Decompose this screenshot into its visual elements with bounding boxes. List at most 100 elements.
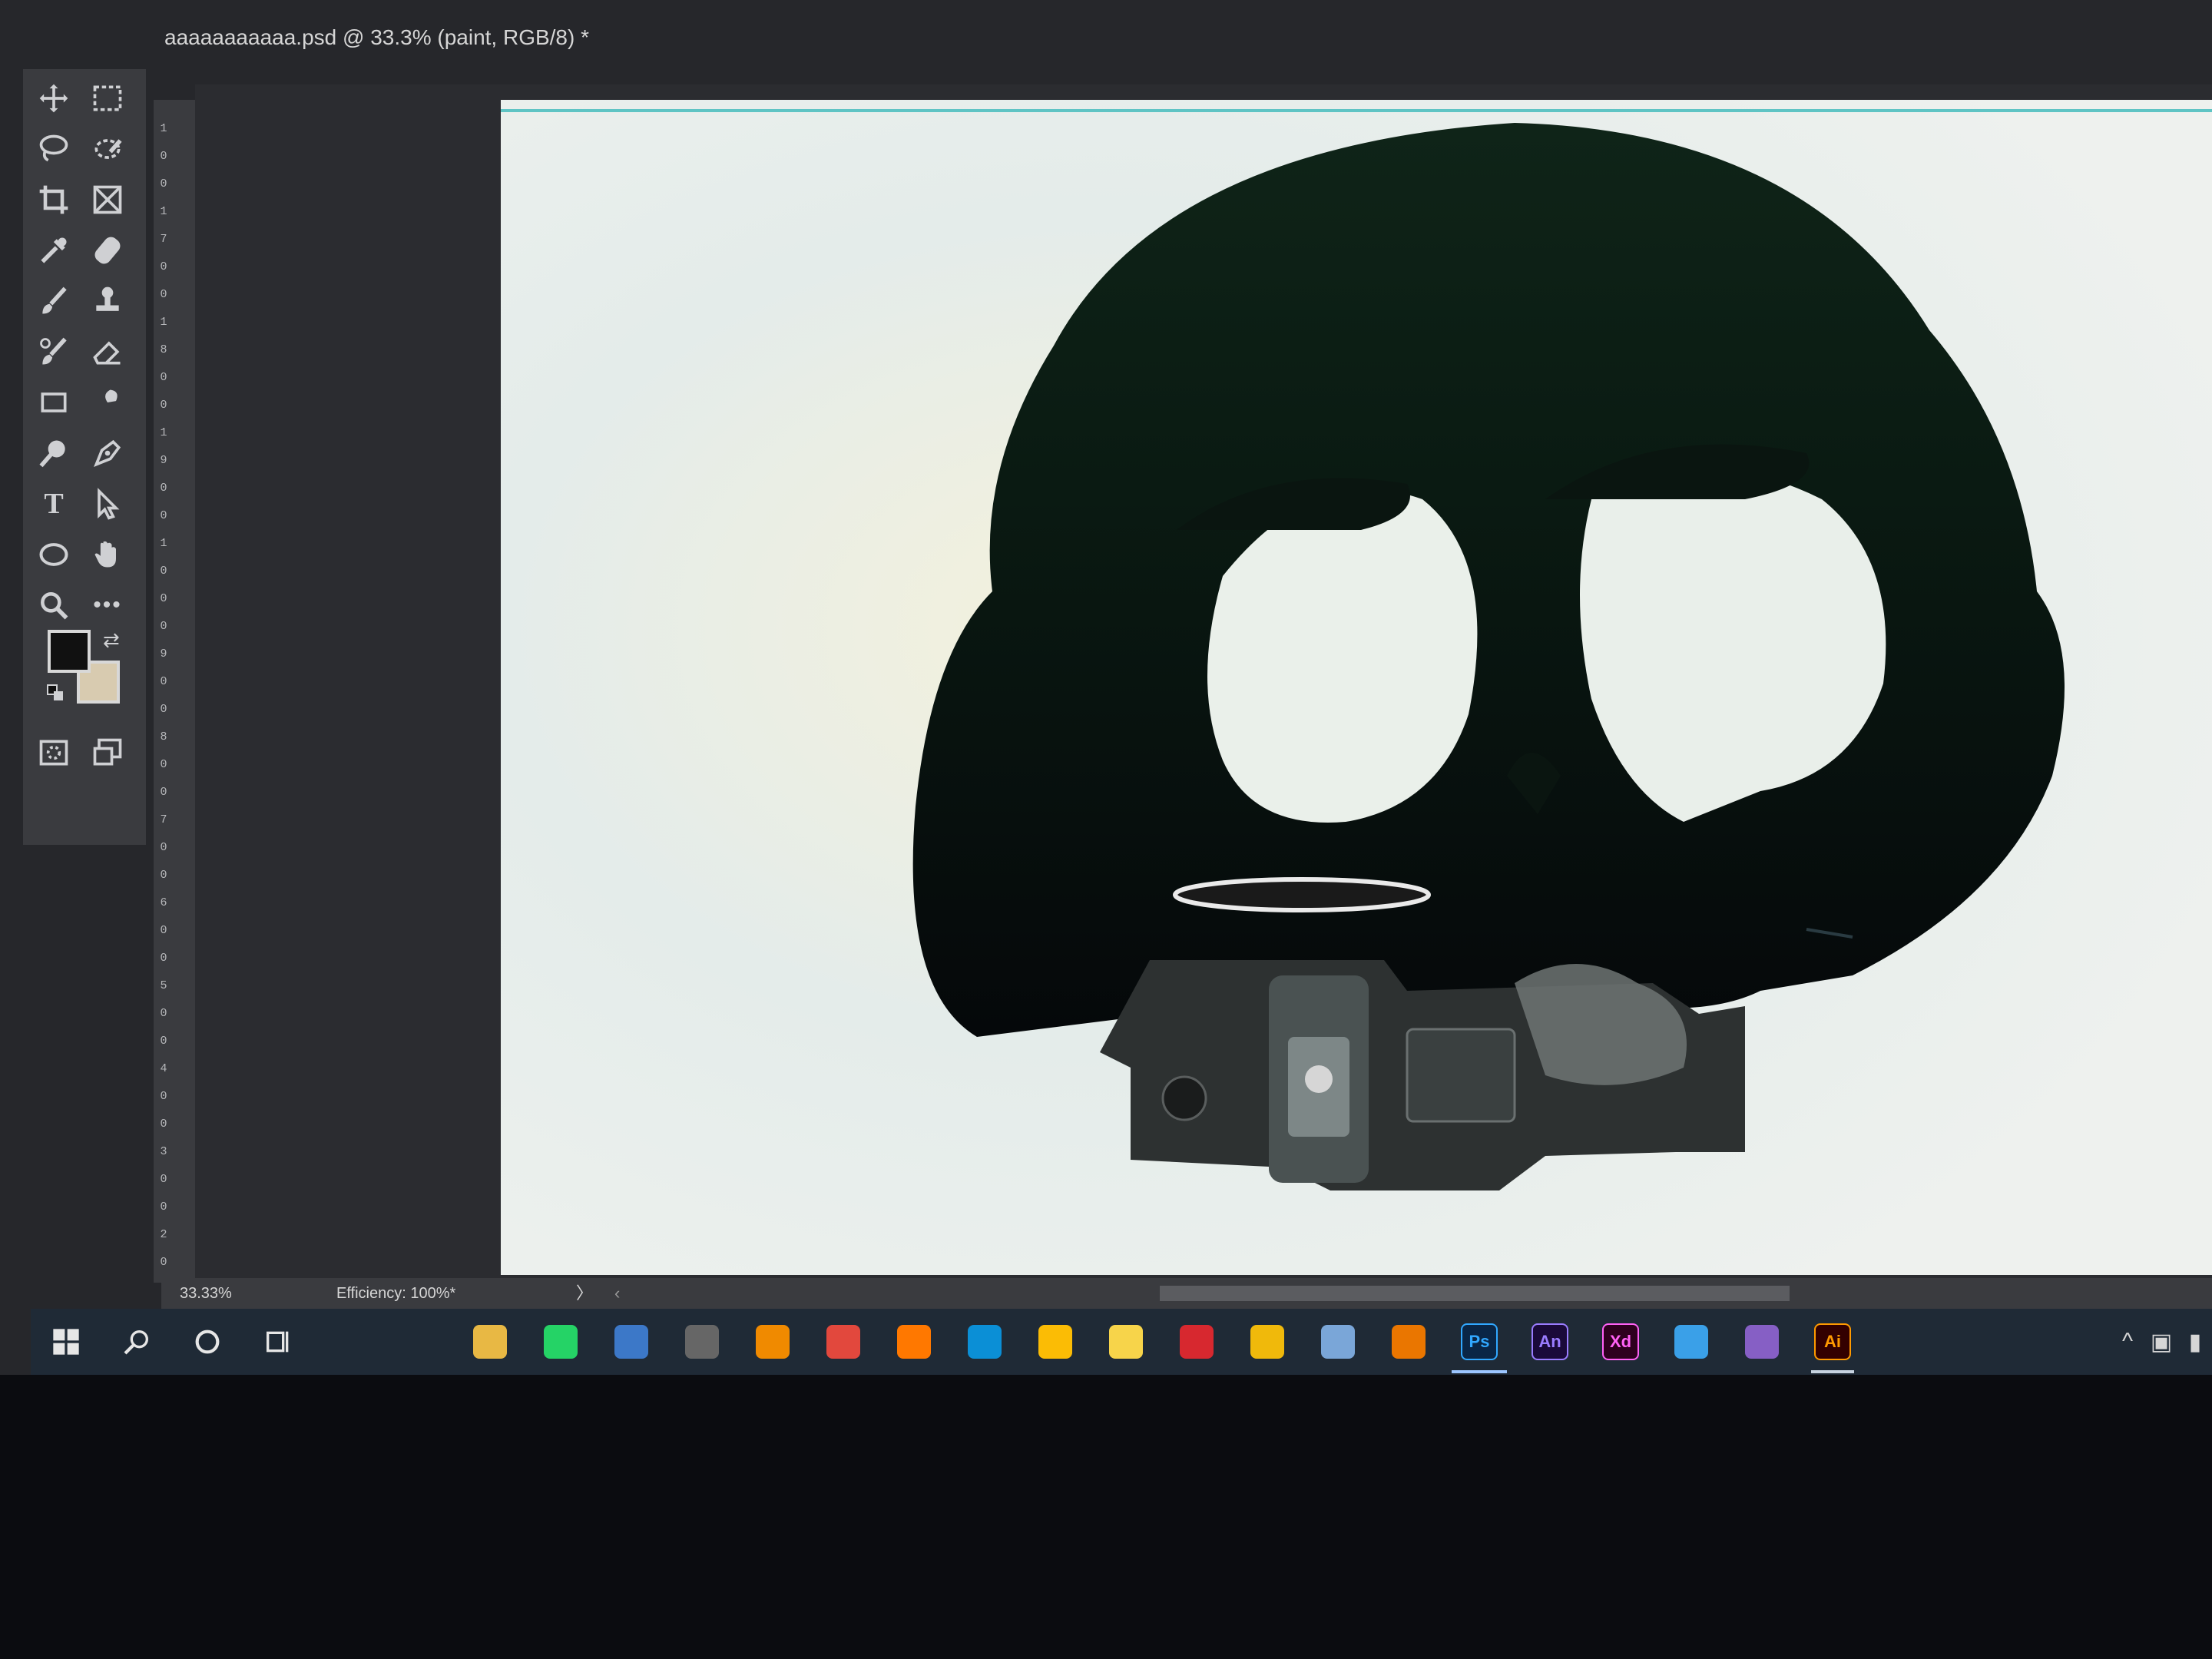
- ruler-tick-label: 0: [160, 952, 167, 965]
- taskbar-visual-studio-button[interactable]: [1727, 1309, 1797, 1375]
- taskbar-photoshop-button[interactable]: Ps: [1444, 1309, 1515, 1375]
- quick-select-icon[interactable]: [84, 127, 131, 171]
- taskbar-animate-button[interactable]: An: [1515, 1309, 1585, 1375]
- tray-edge-icon[interactable]: ▮: [2178, 1329, 2212, 1356]
- ruler-tick-label: 0: [160, 150, 167, 163]
- show-hidden-icons-icon[interactable]: ^: [2111, 1329, 2144, 1355]
- ruler-tick-label: 0: [160, 786, 167, 799]
- history-brush-icon[interactable]: [31, 330, 77, 373]
- cortana-button[interactable]: [172, 1309, 243, 1375]
- quick-mask-icon[interactable]: [31, 731, 77, 774]
- photos-icon: [614, 1325, 648, 1359]
- ruler-tick-label: 0: [160, 869, 167, 882]
- meet-now-icon[interactable]: ▣: [2144, 1329, 2178, 1356]
- ruler-tick-label: 7: [160, 233, 167, 246]
- default-colors-icon[interactable]: [46, 684, 65, 702]
- taskbar-tool-blue-button[interactable]: [1656, 1309, 1727, 1375]
- eyedropper-icon[interactable]: [31, 229, 77, 272]
- taskbar-whatsapp-button[interactable]: [525, 1309, 596, 1375]
- taskbar-edge-button[interactable]: [949, 1309, 1020, 1375]
- ruler-tick-label: 1: [160, 122, 167, 135]
- taskbar-illustrator-button[interactable]: Ai: [1797, 1309, 1868, 1375]
- swap-colors-icon[interactable]: ⇄: [103, 628, 124, 651]
- crop-icon[interactable]: [31, 178, 77, 221]
- start-button[interactable]: [31, 1309, 101, 1375]
- notes-icon: [1109, 1325, 1143, 1359]
- ruler-tick-label: 9: [160, 647, 167, 661]
- photoshop-icon: Ps: [1461, 1323, 1498, 1360]
- ruler-tick-label: 0: [160, 841, 167, 854]
- file-explorer-icon: [473, 1325, 507, 1359]
- task-view-button[interactable]: [243, 1309, 313, 1375]
- task-view-icon: [267, 1331, 289, 1353]
- ruler-tick-label: 0: [160, 260, 167, 273]
- binance-icon: [1250, 1325, 1284, 1359]
- more-tools-icon[interactable]: •••: [84, 584, 131, 627]
- photoshop-window: aaaaaaaaaaa.psd @ 33.3% (paint, RGB/8) *: [0, 0, 2212, 1375]
- taskbar-file-explorer-button[interactable]: [455, 1309, 525, 1375]
- taskbar-paint-button[interactable]: [1303, 1309, 1373, 1375]
- dodge-icon[interactable]: [31, 432, 77, 475]
- ruler-tick-label: 1: [160, 537, 167, 550]
- tools-panel: T ••• ⇄: [23, 69, 146, 845]
- taskbar-mail-button[interactable]: [384, 1309, 455, 1375]
- taskbar-acrobat-button[interactable]: [1161, 1309, 1232, 1375]
- foreground-color-swatch[interactable]: [48, 630, 91, 673]
- avast-icon: [897, 1325, 931, 1359]
- scroll-left-arrow[interactable]: ‹: [614, 1278, 620, 1309]
- screen-mode-icon[interactable]: [84, 731, 131, 774]
- canvas-area[interactable]: [195, 84, 2212, 1283]
- path-select-icon[interactable]: [84, 482, 131, 525]
- search-icon: [124, 1330, 148, 1355]
- taskbar-chrome-button[interactable]: [1020, 1309, 1091, 1375]
- type-icon[interactable]: T: [31, 482, 77, 525]
- taskbar-binance-button[interactable]: [1232, 1309, 1303, 1375]
- taskbar-xd-button[interactable]: Xd: [1585, 1309, 1656, 1375]
- gradient-icon[interactable]: [31, 381, 77, 424]
- ellipse-icon[interactable]: [31, 533, 77, 576]
- ruler-tick-label: 9: [160, 454, 167, 467]
- taskbar-blender-button[interactable]: [1373, 1309, 1444, 1375]
- search-button[interactable]: [101, 1309, 172, 1375]
- pen-icon[interactable]: [84, 432, 131, 475]
- mail-icon: [402, 1325, 436, 1359]
- edge-icon: [968, 1325, 1002, 1359]
- artwork-image: [501, 100, 2212, 1275]
- brush-icon[interactable]: [31, 280, 77, 323]
- clone-stamp-icon[interactable]: [84, 280, 131, 323]
- taskbar-avast-button[interactable]: [879, 1309, 949, 1375]
- ruler-tick-label: 0: [160, 1118, 167, 1131]
- eraser-icon[interactable]: [84, 330, 131, 373]
- smudge-icon[interactable]: [84, 381, 131, 424]
- frame-icon[interactable]: [84, 178, 131, 221]
- taskbar-vlc-button[interactable]: [737, 1309, 808, 1375]
- document-canvas[interactable]: [501, 100, 2212, 1275]
- marquee-icon[interactable]: [84, 77, 131, 120]
- taskbar-photos-button[interactable]: [596, 1309, 667, 1375]
- zoom-icon[interactable]: [31, 584, 77, 627]
- taskbar-notes-button[interactable]: [1091, 1309, 1161, 1375]
- status-menu-arrow[interactable]: 〉: [576, 1278, 593, 1309]
- ruler-tick-label: 0: [160, 565, 167, 578]
- chrome-icon: [1038, 1325, 1072, 1359]
- lasso-icon[interactable]: [31, 127, 77, 171]
- healing-brush-icon[interactable]: [84, 229, 131, 272]
- system-tray: ^ ▣ ▮: [2111, 1309, 2212, 1375]
- taskbar-store-button[interactable]: [313, 1309, 384, 1375]
- ruler-tick-label: 0: [160, 1090, 167, 1103]
- horizontal-scrollbar[interactable]: [1160, 1286, 1790, 1301]
- hand-icon[interactable]: [84, 533, 131, 576]
- vertical-ruler: 1 0 0 1 7 0 0 1 8 0 0 1 9 0 0 1 0 0 0 9 0 0 8 0 0 7 0 0 6 0 0 5 0 0 4 0 0 3 0 0…: [154, 100, 197, 1283]
- ruler-tick-label: 0: [160, 288, 167, 301]
- zoom-level[interactable]: 33.33%: [180, 1278, 232, 1309]
- document-tab-title[interactable]: aaaaaaaaaaa.psd @ 33.3% (paint, RGB/8) *: [164, 18, 589, 57]
- ruler-tick-label: 4: [160, 1062, 167, 1075]
- status-bar: 33.33% Efficiency: 100%* 〉 ‹: [161, 1278, 2212, 1309]
- ruler-tick-label: 0: [160, 1173, 167, 1186]
- app-red-icon: [826, 1325, 860, 1359]
- taskbar-groove-button[interactable]: [667, 1309, 737, 1375]
- move-icon[interactable]: [31, 77, 77, 120]
- ruler-tick-label: 0: [160, 592, 167, 605]
- taskbar-app-red-button[interactable]: [808, 1309, 879, 1375]
- ruler-tick-label: 3: [160, 1145, 167, 1158]
